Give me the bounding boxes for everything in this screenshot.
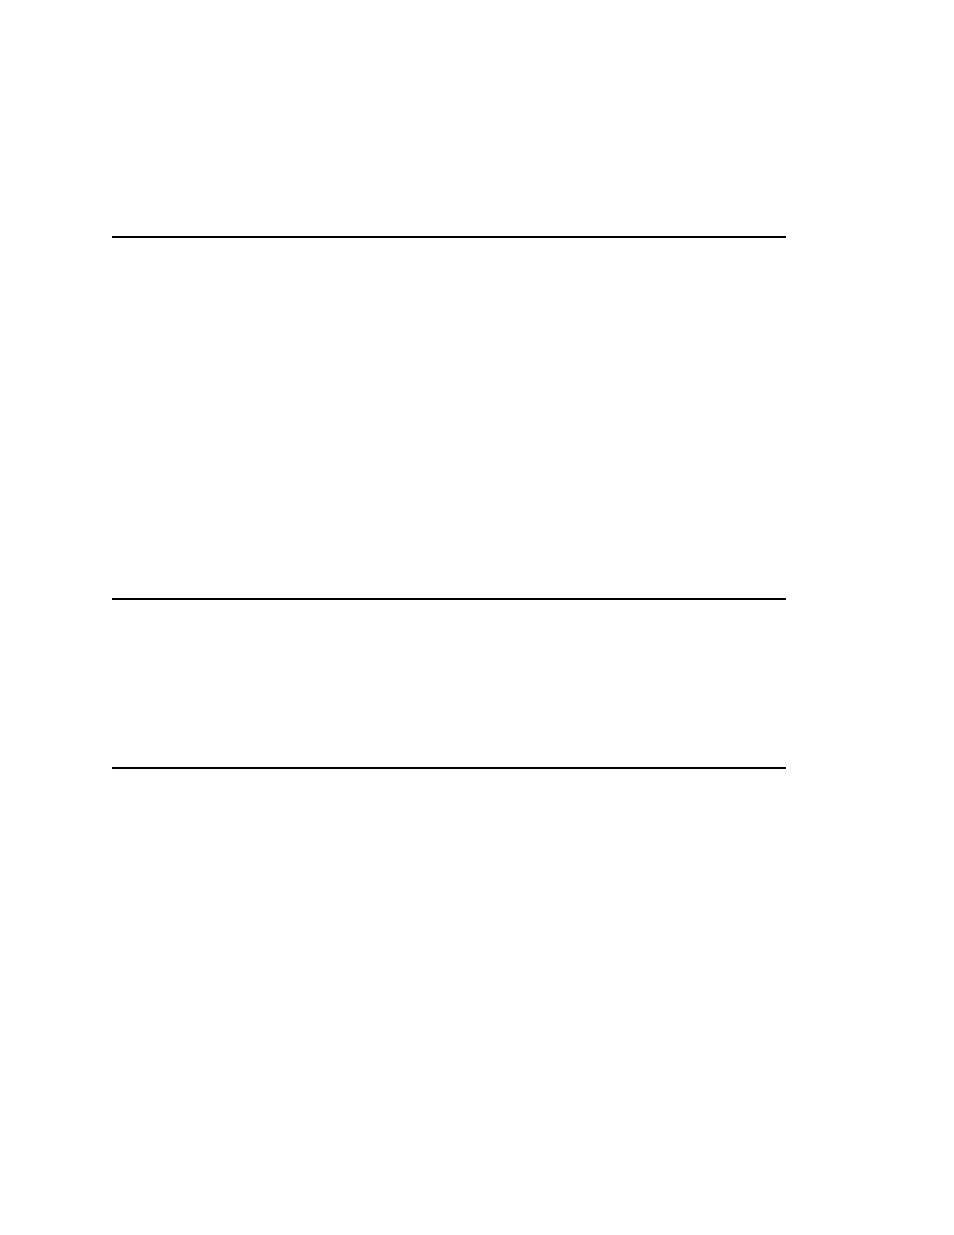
horizontal-rule [112, 767, 786, 769]
document-page [0, 0, 954, 1235]
horizontal-rule [112, 236, 786, 238]
horizontal-rule [112, 598, 786, 600]
